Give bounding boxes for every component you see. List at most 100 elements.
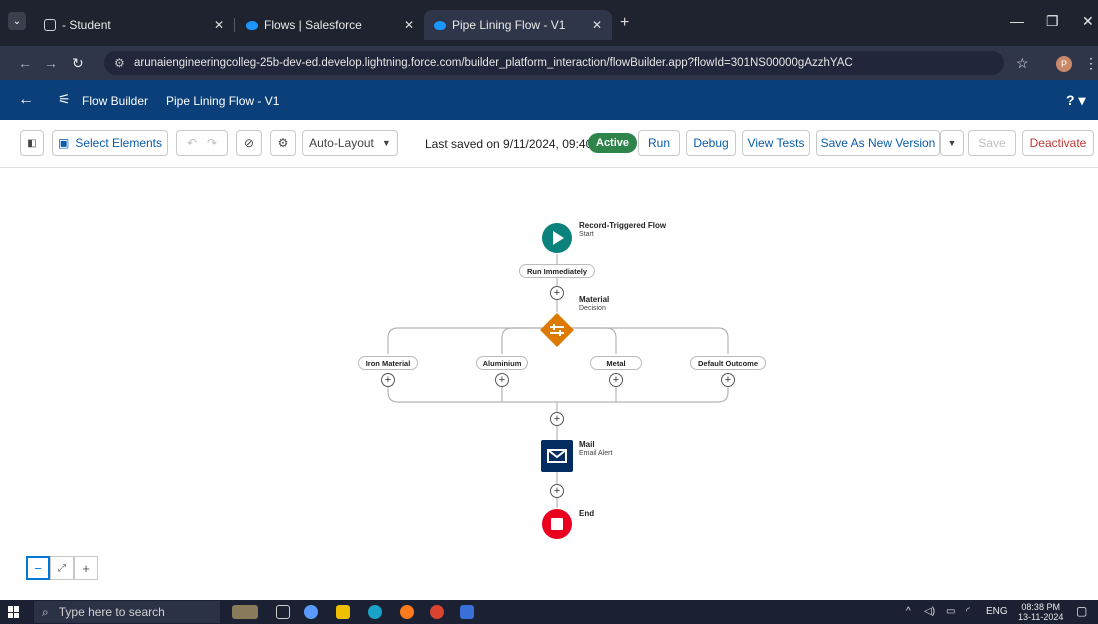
errors-button[interactable]: ⊘ — [236, 130, 262, 156]
add-element-button[interactable]: + — [550, 286, 564, 300]
volume-icon[interactable]: ◁) — [924, 606, 935, 617]
redo-icon[interactable]: ↷ — [207, 136, 217, 150]
debug-button[interactable]: Debug — [686, 130, 736, 156]
forward-arrow-icon[interactable]: → — [44, 55, 58, 71]
zoom-in-button[interactable]: + — [74, 556, 98, 580]
run-label: Run — [647, 136, 670, 150]
reload-icon[interactable]: ↻ — [72, 55, 84, 72]
edge-browser-icon[interactable] — [368, 605, 382, 619]
select-elements-button[interactable]: ▣ Select Elements — [52, 130, 168, 156]
browser-address-bar: ← → ↻ ⚙ arunaiengineeringcolleg-25b-dev-… — [0, 46, 1098, 80]
flow-icon: ⚟ — [58, 91, 71, 107]
start-node[interactable] — [541, 222, 573, 254]
end-node[interactable] — [541, 508, 573, 540]
site-settings-icon[interactable]: ⚙ — [114, 56, 125, 70]
select-icon: ▣ — [57, 136, 70, 150]
browser-menu-icon[interactable]: ⋮ — [1084, 55, 1098, 72]
settings-button[interactable]: ⚙ — [270, 130, 296, 156]
add-element-button[interactable]: + — [550, 484, 564, 498]
store-icon[interactable] — [460, 605, 474, 619]
tab-title: - Student — [62, 18, 111, 32]
add-element-button[interactable]: + — [495, 373, 509, 387]
outcome-default[interactable]: Default Outcome — [690, 356, 766, 370]
url-text: arunaiengineeringcolleg-25b-dev-ed.devel… — [134, 57, 853, 69]
taskbar-clock[interactable]: 08:38 PM 13-11-2024 — [1018, 602, 1063, 622]
browser-tab-pipe-lining-flow[interactable]: Pipe Lining Flow - V1 ✕ — [424, 10, 612, 40]
status-badge: Active — [588, 133, 638, 153]
undo-redo-group: ↶ ↷ — [176, 130, 228, 156]
save-as-new-version-label: Save As New Version — [820, 136, 936, 150]
layout-mode-value: Auto-Layout — [309, 136, 374, 150]
outcome-iron-material[interactable]: Iron Material — [358, 356, 418, 370]
help-menu[interactable]: ? ▾ — [1066, 92, 1085, 109]
tray-chevron-icon[interactable]: ^ — [906, 606, 911, 617]
add-element-button[interactable]: + — [721, 373, 735, 387]
save-label: Save — [978, 136, 1006, 150]
restore-icon[interactable]: ❐ — [1046, 13, 1059, 30]
view-tests-button[interactable]: View Tests — [742, 130, 810, 156]
zoom-out-button[interactable]: − — [26, 556, 50, 580]
browser-tab-flows[interactable]: Flows | Salesforce ✕ — [236, 12, 424, 38]
decision-node[interactable] — [537, 310, 577, 350]
language-indicator[interactable]: ENG — [986, 606, 1008, 617]
layout-mode-select[interactable]: Auto-Layout ▼ — [302, 130, 398, 156]
tab-search-button[interactable]: ⌄ — [8, 12, 26, 30]
task-view-icon[interactable] — [276, 605, 290, 619]
salesforce-cloud-icon — [246, 20, 258, 30]
add-element-button[interactable]: + — [550, 412, 564, 426]
chrome-icon[interactable] — [430, 605, 444, 619]
save-options-button[interactable]: ▼ — [940, 130, 964, 156]
fit-to-view-button[interactable]: ⤢ — [50, 556, 74, 580]
browser-tab-student[interactable]: - Student ✕ — [34, 12, 234, 38]
undo-icon[interactable]: ↶ — [187, 136, 197, 150]
decision-node-title: Material — [579, 295, 610, 304]
notification-icon[interactable]: ▢ — [1076, 604, 1087, 618]
firefox-icon[interactable] — [400, 605, 414, 619]
close-icon[interactable]: ✕ — [404, 18, 414, 32]
stop-icon — [551, 518, 563, 530]
profile-avatar[interactable]: P — [1056, 56, 1072, 72]
ship-widget-icon[interactable] — [232, 605, 258, 619]
outcome-metal[interactable]: Metal — [590, 356, 642, 370]
debug-label: Debug — [693, 136, 729, 150]
bookmark-star-icon[interactable]: ☆ — [1016, 55, 1029, 72]
new-tab-button[interactable]: + — [620, 14, 629, 32]
decision-node-subtitle: Decision — [579, 305, 606, 312]
wifi-icon[interactable]: ◜ — [966, 606, 970, 617]
flow-canvas[interactable]: Record-Triggered Flow Start Run Immediat… — [0, 168, 1098, 600]
panel-icon: ◧ — [27, 137, 37, 149]
clock-date: 13-11-2024 — [1018, 612, 1064, 622]
flow-builder-header: ← ⚟ Flow Builder Pipe Lining Flow - V1 ?… — [0, 80, 1098, 120]
email-alert-node[interactable] — [541, 440, 573, 472]
back-arrow-icon[interactable]: ← — [18, 55, 32, 71]
toggle-panel-button[interactable]: ◧ — [20, 130, 44, 156]
taskbar-search[interactable]: ⌕ Type here to search — [34, 601, 220, 623]
taskbar-search-placeholder: Type here to search — [58, 605, 165, 619]
save-button[interactable]: Save — [968, 130, 1016, 156]
gear-icon: ⚙ — [277, 136, 289, 150]
deactivate-button[interactable]: Deactivate — [1022, 130, 1094, 156]
save-as-new-version-button[interactable]: Save As New Version — [816, 130, 940, 156]
start-node-subtitle: Start — [579, 231, 594, 238]
battery-icon[interactable]: ▭ — [946, 606, 955, 617]
flow-toolbar: ◧ ▣ Select Elements ↶ ↷ ⊘ ⚙ Auto-Layout … — [0, 120, 1098, 168]
windows-taskbar: ⌕ Type here to search ^ ◁) ▭ ◜ ENG 08:38… — [0, 600, 1098, 624]
add-element-button[interactable]: + — [609, 373, 623, 387]
flow-name: Pipe Lining Flow - V1 — [166, 94, 280, 108]
run-immediately-path[interactable]: Run Immediately — [519, 264, 595, 278]
run-button[interactable]: Run — [638, 130, 680, 156]
windows-start-icon[interactable] — [8, 606, 20, 618]
outcome-aluminium[interactable]: Aluminium — [476, 356, 528, 370]
close-icon[interactable]: ✕ — [214, 18, 224, 32]
tab-divider — [234, 18, 235, 32]
url-field[interactable]: ⚙ arunaiengineeringcolleg-25b-dev-ed.dev… — [104, 51, 1004, 75]
close-window-icon[interactable]: ✕ — [1082, 13, 1094, 30]
add-element-button[interactable]: + — [381, 373, 395, 387]
back-arrow-icon[interactable]: ← — [18, 91, 34, 109]
action-node-subtitle: Email Alert — [579, 450, 613, 457]
close-icon[interactable]: ✕ — [592, 18, 602, 32]
zoom-controls: − ⤢ + — [26, 556, 98, 580]
minimize-icon[interactable]: — — [1010, 13, 1024, 29]
file-explorer-icon[interactable] — [336, 605, 350, 619]
copilot-icon[interactable] — [304, 605, 318, 619]
